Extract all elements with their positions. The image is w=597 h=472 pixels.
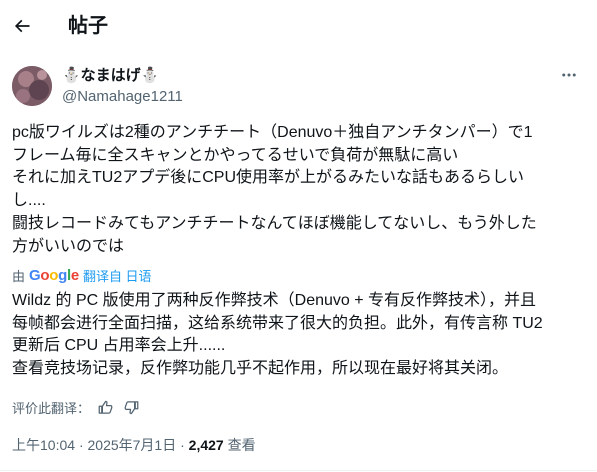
rate-translation-label: 评价此翻译： — [12, 400, 91, 416]
translated-line: 每帧都会进行全面扫描，这给系统带来了很大的负担。此外，有传言称 TU2 — [12, 314, 543, 332]
page-title: 帖子 — [68, 15, 108, 37]
avatar[interactable] — [12, 66, 52, 106]
translated-line: Wildz 的 PC 版使用了两种反作弊技术（Denuvo + 专有反作弊技术）… — [12, 292, 537, 309]
views-count: 2,427 — [188, 437, 224, 453]
post-line: し.... — [12, 192, 46, 210]
more-horizontal-icon — [562, 73, 576, 77]
avatar-image — [12, 66, 52, 106]
rate-translation: 评价此翻译： — [12, 397, 142, 417]
post-text: pc版ワイルズは2種のアンチチート（Denuvo＋独自アンチタンパー）で1 フレ… — [12, 122, 586, 258]
top-bar: 帖子 — [0, 0, 597, 52]
author-display-name[interactable]: ⛄なまはげ⛄ — [62, 67, 159, 85]
translated-line: 查看竞技场记录，反作弊功能几乎不起作用，所以现在最好将其关闭。 — [12, 360, 509, 378]
views-label: 查看 — [227, 437, 256, 453]
translated-text: Wildz 的 PC 版使用了两种反作弊技术（Denuvo + 专有反作弊技术）… — [12, 290, 592, 381]
translated-line: 更新后 CPU 占用率会上升...... — [12, 337, 226, 355]
translation-source-link[interactable]: 翻译自 日语 — [83, 266, 152, 285]
post-line: それに加えTU2アプデ後にCPU使用率が上がるみたいな話もあるらしい — [12, 169, 525, 187]
author-handle[interactable]: @Namahage1211 — [62, 88, 183, 106]
post-line: フレーム毎に全スキャンとかやってるせいで負荷が無駄に高い — [12, 146, 459, 164]
google-logo: Google — [29, 266, 79, 284]
divider — [0, 470, 597, 471]
meta-separator: · — [78, 437, 84, 453]
thumb-down-button[interactable] — [120, 397, 142, 417]
thumbs-down-icon — [124, 400, 138, 414]
post-meta: 上午10:04 · 2025年7月1日 · 2,427 查看 — [12, 436, 256, 454]
thumb-up-button[interactable] — [94, 397, 116, 417]
post-date[interactable]: 2025年7月1日 — [88, 437, 177, 453]
post-line: 方がいいのでは — [12, 237, 125, 255]
translated-by-prefix: 由 — [12, 268, 26, 284]
thumbs-up-icon — [98, 400, 112, 414]
arrow-left-icon — [14, 19, 30, 33]
more-button[interactable] — [556, 62, 582, 88]
meta-separator: · — [180, 437, 185, 453]
post-line: pc版ワイルズは2種のアンチチート（Denuvo＋独自アンチタンパー）で1 — [12, 124, 533, 141]
post-time[interactable]: 上午10:04 — [12, 437, 75, 453]
back-button[interactable] — [6, 10, 38, 42]
translation-attribution: 由 Google 翻译自 日语 — [12, 266, 152, 284]
post-line: 闘技レコードみてもアンチチートなんてほぼ機能してないし、もう外した — [12, 214, 537, 232]
